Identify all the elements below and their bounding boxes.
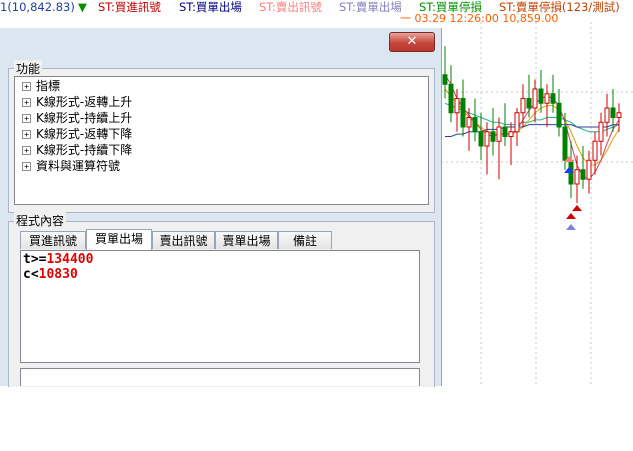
legend-item-buy-exit: ST:買單出場 xyxy=(179,0,242,14)
tree-item-label: 資料與運算符號 xyxy=(36,159,121,173)
code-value: 134400 xyxy=(46,252,94,267)
candle-body xyxy=(508,131,514,137)
candle-body xyxy=(478,131,484,147)
candle-body xyxy=(526,98,532,109)
tree-item-continuation-up[interactable]: + K線形式-持續上升 xyxy=(22,110,132,126)
candle-body xyxy=(598,121,604,142)
legend-item-sell-exit: ST:賣單出場 xyxy=(339,0,402,14)
tree-item-indicator[interactable]: + 指標 xyxy=(22,78,60,94)
candlestick xyxy=(478,112,484,161)
candle-body xyxy=(538,88,544,104)
tab-sell-exit[interactable]: 賣單出場 xyxy=(215,231,278,249)
code-variable: t xyxy=(23,252,31,267)
function-tree[interactable]: + 指標 + K線形式-返轉上升 + K線形式-持續上升 + K線形式-返轉下降 + K線… xyxy=(14,76,429,205)
legend-item-buy-signal: ST:買進訊號 xyxy=(98,0,161,14)
tab-buy-signal[interactable]: 買進訊號 xyxy=(20,231,86,249)
code-operator: < xyxy=(30,267,39,282)
candlestick xyxy=(520,84,526,127)
legend-item-sell-signal: ST:賣出訊號 xyxy=(259,0,322,14)
candlestick xyxy=(580,146,586,189)
expand-icon[interactable]: + xyxy=(22,162,31,171)
tree-item-reversal-down[interactable]: + K線形式-返轉下降 xyxy=(22,126,132,142)
buy-signal-marker-icon xyxy=(566,213,576,219)
candlestick xyxy=(496,117,502,180)
close-button[interactable]: ✕ xyxy=(389,32,435,52)
tree-item-continuation-down[interactable]: + K線形式-持續下降 xyxy=(22,142,132,158)
candle-body xyxy=(502,126,508,137)
tab-buy-exit[interactable]: 買單出場 xyxy=(86,229,152,250)
candle-body xyxy=(592,140,598,161)
price-chart[interactable] xyxy=(441,22,633,385)
candle-body xyxy=(556,102,562,128)
candle-body xyxy=(484,131,490,147)
legend-down-arrow-icon: ▼ xyxy=(78,0,87,14)
tree-item-label: 指標 xyxy=(36,79,61,93)
candle-body xyxy=(460,98,466,128)
expand-icon[interactable]: + xyxy=(22,130,31,139)
strategy-editor-dialog: ✕ 功能 + 指標 + K線形式-返轉上升 + K線形式-持續上升 + K線形式-返轉下… xyxy=(0,28,442,387)
editor-horizontal-scrollbar[interactable] xyxy=(20,368,420,386)
candlestick xyxy=(460,79,466,137)
candlestick xyxy=(514,108,520,146)
legend-price: 1(10,842.83) xyxy=(0,0,75,14)
tree-item-label: K線形式-返轉下降 xyxy=(36,127,133,141)
expand-icon[interactable]: + xyxy=(22,146,31,155)
candlestick xyxy=(490,108,496,156)
candlestick xyxy=(472,98,478,142)
candle-body xyxy=(442,74,448,85)
code-line: t>=134400 xyxy=(23,252,417,267)
code-value: 10830 xyxy=(38,267,78,282)
candle-body xyxy=(532,88,538,109)
candlestick xyxy=(532,79,538,123)
candle-body xyxy=(490,131,496,142)
candle-body xyxy=(520,98,526,114)
candlestick xyxy=(592,131,598,175)
dialog-titlebar[interactable]: ✕ xyxy=(0,28,441,58)
candlestick xyxy=(574,155,580,203)
candlestick xyxy=(448,65,454,123)
candlestick xyxy=(466,108,472,151)
expand-icon[interactable]: + xyxy=(22,82,31,91)
candle-body xyxy=(514,112,520,133)
candle-body xyxy=(550,93,556,104)
candlestick xyxy=(556,89,562,137)
tab-notes[interactable]: 備註 xyxy=(278,231,332,249)
candle-body xyxy=(586,159,592,180)
program-group-title: 程式內容 xyxy=(14,212,67,229)
expand-icon[interactable]: + xyxy=(22,98,31,107)
function-group-title: 功能 xyxy=(14,60,43,77)
chart-legend-bar: 1(10,842.83) ▼ ST:買進訊號 ST:買單出場 ST:賣出訊號 S… xyxy=(0,0,633,25)
tab-sell-signal[interactable]: 賣出訊號 xyxy=(152,231,215,249)
expand-icon[interactable]: + xyxy=(22,114,31,123)
buy-exit-marker-icon xyxy=(566,224,576,230)
candlestick xyxy=(526,74,532,118)
code-line: c<10830 xyxy=(23,267,417,282)
candlestick xyxy=(598,112,604,156)
candle-body xyxy=(448,83,454,114)
candle-body xyxy=(472,117,478,133)
candlestick xyxy=(616,103,622,132)
candle-body xyxy=(580,169,586,180)
code-editor[interactable]: t>=134400 c<10830 xyxy=(20,250,420,363)
candlestick xyxy=(508,122,514,165)
candle-body xyxy=(544,93,550,104)
candle-body xyxy=(610,107,616,118)
candle-body xyxy=(616,112,622,118)
candlestick xyxy=(538,70,544,113)
tree-item-label: K線形式-持續上升 xyxy=(36,111,133,125)
tree-item-reversal-up[interactable]: + K線形式-返轉上升 xyxy=(22,94,132,110)
candle-body xyxy=(604,107,610,123)
tree-item-label: K線形式-返轉上升 xyxy=(36,95,133,109)
buy-signal-marker-icon xyxy=(572,205,582,211)
candle-body xyxy=(562,126,568,161)
code-operator: >= xyxy=(30,252,47,267)
candlestick xyxy=(586,150,592,194)
candle-body xyxy=(454,98,460,114)
tree-item-label: K線形式-持續下降 xyxy=(36,143,133,157)
candle-body xyxy=(574,169,580,185)
tree-item-data-operators[interactable]: + 資料與運算符號 xyxy=(22,158,120,174)
code-variable: c xyxy=(23,267,31,282)
candle-body xyxy=(466,117,472,128)
candle-body xyxy=(496,126,502,142)
